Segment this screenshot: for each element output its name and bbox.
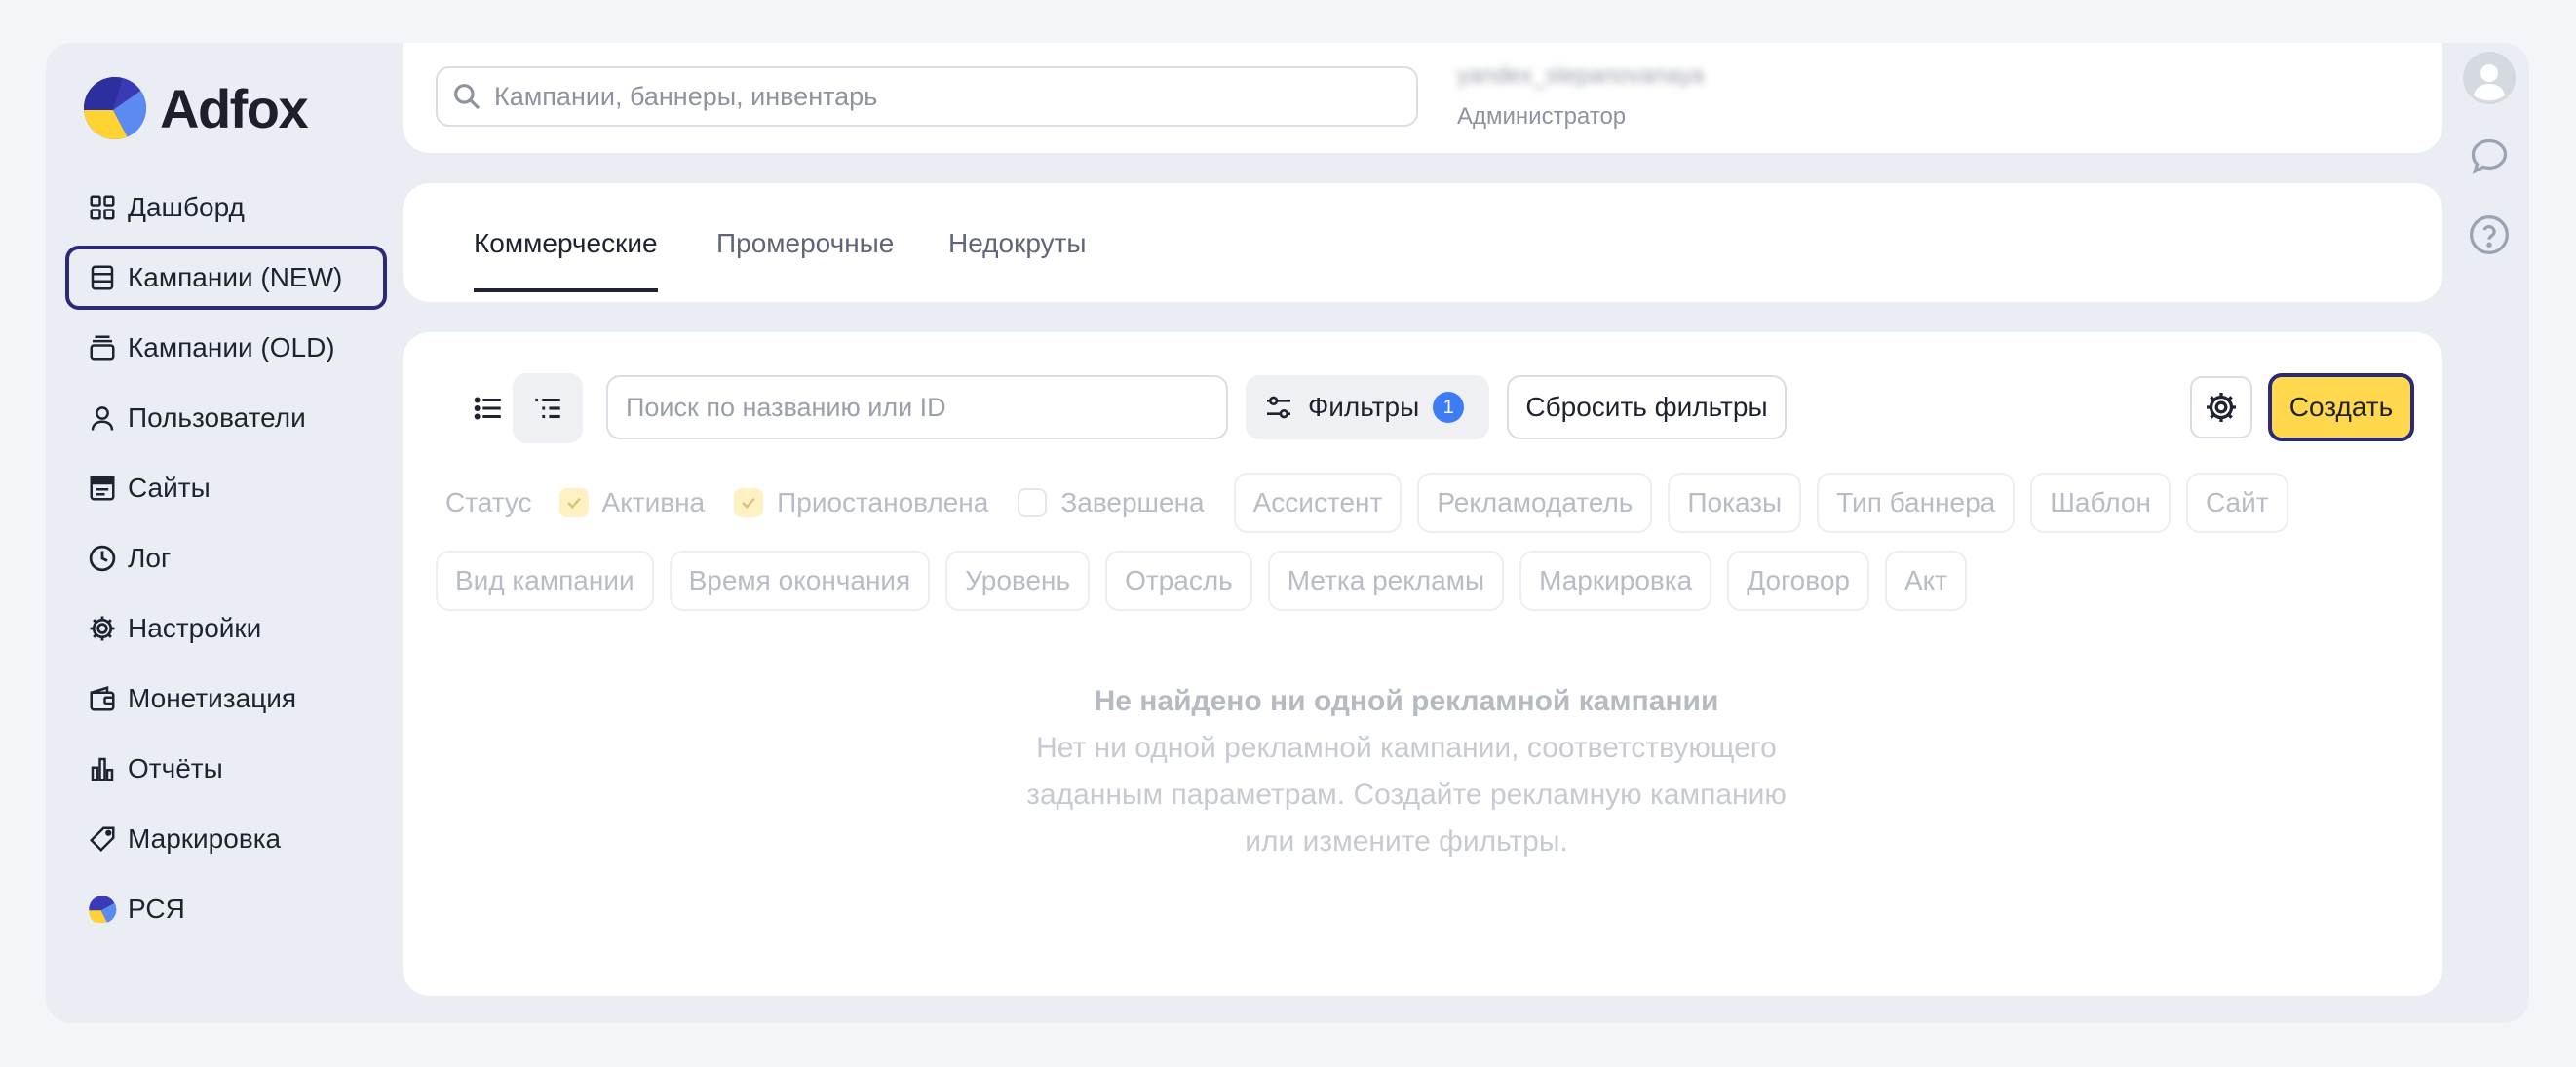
filter-row-1: Статус Активна Приостановлена Завершена … <box>436 473 2288 533</box>
tag-icon <box>87 823 118 855</box>
filter-chip-marking[interactable]: Маркировка <box>1519 551 1712 611</box>
sidebar-item-label: РСЯ <box>128 894 185 924</box>
sidebar-item-campaigns-old[interactable]: Кампании (OLD) <box>65 316 387 380</box>
adfox-logo-icon <box>84 77 146 139</box>
filters-count-badge: 1 <box>1433 392 1465 423</box>
status-active-checkbox[interactable]: Активна <box>558 473 719 533</box>
tree-list-icon <box>535 398 560 419</box>
filters-button[interactable]: Фильтры 1 <box>1246 375 1489 439</box>
profile-avatar[interactable] <box>2462 51 2517 105</box>
status-paused-checkbox[interactable]: Приостановлена <box>734 473 1002 533</box>
rsya-logo-icon <box>87 894 118 925</box>
bar-chart-icon <box>87 753 118 784</box>
filter-chip-contract[interactable]: Договор <box>1727 551 1869 611</box>
checkbox-unchecked-icon <box>1018 488 1048 517</box>
tab-measurement[interactable]: Промерочные <box>716 228 894 288</box>
sidebar-item-rsya[interactable]: РСЯ <box>65 877 387 941</box>
status-finished-checkbox[interactable]: Завершена <box>1018 473 1217 533</box>
campaigns-new-icon <box>87 262 118 293</box>
filter-chip-banner-type[interactable]: Тип баннера <box>1817 473 2016 533</box>
filter-chip-advertiser[interactable]: Рекламодатель <box>1417 473 1653 533</box>
filter-chip-act[interactable]: Акт <box>1884 551 1968 611</box>
sidebar-item-label: Кампании (OLD) <box>128 332 335 362</box>
sidebar-item-sites[interactable]: Сайты <box>65 456 387 520</box>
filter-chip-campaign-kind[interactable]: Вид кампании <box>436 551 654 611</box>
sidebar-item-label: Кампании (NEW) <box>128 262 343 292</box>
status-label: Статус <box>445 487 532 517</box>
sites-icon <box>87 473 118 504</box>
help-icon <box>2470 215 2509 254</box>
sidebar-item-reports[interactable]: Отчёты <box>65 737 387 801</box>
filter-chip-industry[interactable]: Отрасль <box>1105 551 1252 611</box>
list-icon <box>474 397 501 420</box>
header: yandex_stepanovanaya Администратор <box>403 43 2442 153</box>
filter-chip-end-time[interactable]: Время окончания <box>669 551 931 611</box>
sidebar-item-campaigns-new[interactable]: Кампании (NEW) <box>65 246 387 310</box>
sliders-icon <box>1267 396 1290 419</box>
sidebar-item-users[interactable]: Пользователи <box>65 386 387 450</box>
sidebar-item-label: Отчёты <box>128 753 223 783</box>
campaigns-old-icon <box>87 332 118 363</box>
sidebar-item-label: Пользователи <box>128 402 306 433</box>
search-icon <box>454 84 481 110</box>
tab-underdelivery[interactable]: Недокруты <box>948 228 1087 288</box>
user-name: yandex_stepanovanaya <box>1457 62 1705 89</box>
filter-chip-template[interactable]: Шаблон <box>2030 473 2171 533</box>
checkbox-checked-icon <box>734 488 764 517</box>
filter-chip-impressions[interactable]: Показы <box>1668 473 1802 533</box>
sidebar-item-label: Дашборд <box>128 192 245 222</box>
logo[interactable]: Adfox <box>84 76 309 140</box>
tree-view-button[interactable] <box>513 373 583 443</box>
chat-icon <box>2471 138 2508 174</box>
chat-button[interactable] <box>2462 130 2517 184</box>
empty-state-title: Не найдено ни одной рекламной кампании <box>1094 685 1719 717</box>
user-icon <box>87 402 118 434</box>
global-search-input[interactable] <box>494 81 1391 112</box>
gear-icon <box>2207 393 2236 422</box>
sidebar-nav: Дашборд Кампании (NEW) Кампании (OLD) По… <box>65 175 387 947</box>
sidebar-item-label: Сайты <box>128 473 211 503</box>
help-button[interactable] <box>2462 208 2517 262</box>
empty-state: Не найдено ни одной рекламной кампании Н… <box>1007 678 1806 865</box>
sidebar-item-label: Маркировка <box>128 823 282 854</box>
dashboard-icon <box>87 192 118 223</box>
clock-icon <box>87 543 118 574</box>
sidebar-item-settings[interactable]: Настройки <box>65 596 387 661</box>
status-option-label: Приостановлена <box>777 487 989 517</box>
status-option-label: Завершена <box>1060 487 1205 517</box>
status-option-label: Активна <box>601 487 706 517</box>
filters-label: Фильтры <box>1308 392 1420 422</box>
campaign-search-input[interactable] <box>626 392 1211 423</box>
checkbox-checked-icon <box>558 488 589 517</box>
filter-chip-site[interactable]: Сайт <box>2185 473 2288 533</box>
global-search[interactable] <box>436 66 1418 127</box>
create-button[interactable]: Создать <box>2268 373 2414 441</box>
wallet-icon <box>87 683 118 714</box>
avatar-icon <box>2463 52 2516 104</box>
empty-state-text: Нет ни одной рекламной кампании, соответ… <box>1026 732 1787 857</box>
filter-chip-level[interactable]: Уровень <box>945 551 1091 611</box>
sidebar-item-log[interactable]: Лог <box>65 526 387 591</box>
reset-filters-button[interactable]: Сбросить фильтры <box>1507 375 1787 439</box>
tab-commercial[interactable]: Коммерческие <box>474 228 658 292</box>
user-role: Администратор <box>1457 103 1627 130</box>
filter-chip-ad-label[interactable]: Метка рекламы <box>1267 551 1505 611</box>
sidebar-item-label: Лог <box>128 543 172 573</box>
sidebar-item-dashboard[interactable]: Дашборд <box>65 175 387 240</box>
sidebar-item-monetization[interactable]: Монетизация <box>65 667 387 731</box>
filter-chip-assistant[interactable]: Ассистент <box>1233 473 1403 533</box>
gear-icon <box>87 613 118 644</box>
logo-text: Adfox <box>160 77 309 139</box>
sidebar-item-label: Настройки <box>128 613 262 643</box>
sidebar-item-marking[interactable]: Маркировка <box>65 807 387 871</box>
filter-row-2: Вид кампании Время окончания Уровень Отр… <box>436 551 1968 611</box>
table-settings-button[interactable] <box>2190 376 2252 438</box>
sidebar-item-label: Монетизация <box>128 683 297 713</box>
campaign-search[interactable] <box>606 375 1228 439</box>
campaigns-panel: Фильтры 1 Сбросить фильтры Создать Стату… <box>403 332 2442 996</box>
tabs-bar: Коммерческие Промерочные Недокруты <box>403 183 2442 302</box>
